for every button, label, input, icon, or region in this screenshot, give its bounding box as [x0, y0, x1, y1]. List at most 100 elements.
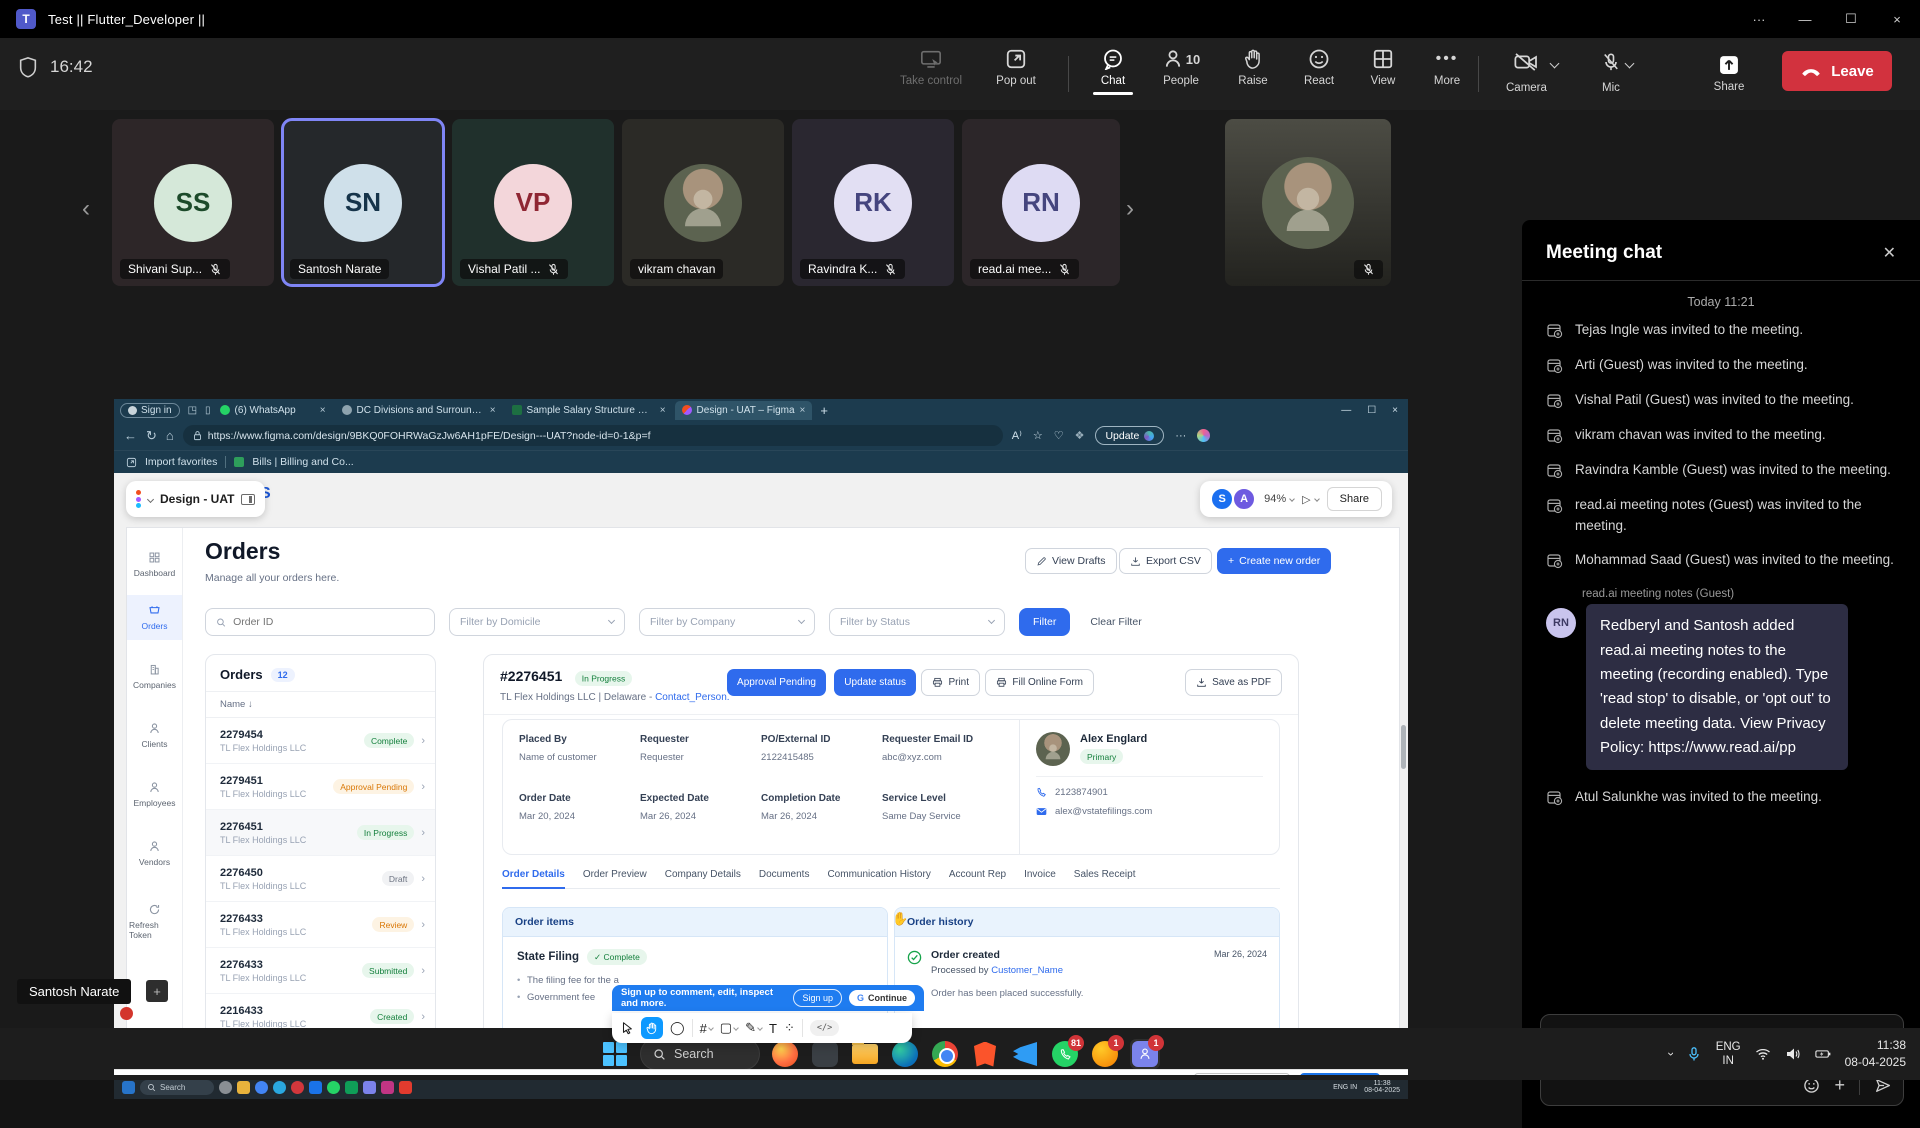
browser-minimize-icon[interactable]: — [1341, 405, 1351, 416]
strip-scroll-left-icon[interactable]: ‹ [82, 195, 90, 223]
start-button[interactable] [600, 1039, 630, 1069]
order-row[interactable]: 2279454 TL Flex Holdings LLC Complete › [206, 718, 435, 764]
video-tile-active-speaker[interactable]: SN Santosh Narate [282, 119, 444, 286]
google-continue-button[interactable]: G Continue [849, 990, 915, 1006]
browser-profile-button[interactable]: Sign in [120, 403, 180, 418]
sidebar-item-employees[interactable]: Employees [127, 772, 182, 817]
chrome-beta-icon[interactable]: 1 [1090, 1039, 1120, 1069]
edge-icon[interactable] [890, 1039, 920, 1069]
sidebar-item-orders[interactable]: Orders [127, 595, 182, 640]
sidebar-item-clients[interactable]: Clients [127, 713, 182, 758]
react-button[interactable]: React [1288, 48, 1350, 87]
video-tile[interactable]: SS Shivani Sup... [112, 119, 274, 286]
filter-company-select[interactable]: Filter by Company [639, 608, 815, 636]
news-widget-icon[interactable] [120, 1007, 133, 1020]
refresh-icon[interactable]: ↻ [146, 428, 157, 444]
tray-mic-icon[interactable] [1686, 1046, 1702, 1062]
order-row[interactable]: 2276450 TL Flex Holdings LLC Draft › [206, 856, 435, 902]
window-more-button[interactable]: ··· [1736, 0, 1782, 38]
tab-sales-receipt[interactable]: Sales Receipt [1074, 869, 1136, 880]
text-tool-icon[interactable]: T [769, 1021, 777, 1036]
create-new-order-button[interactable]: + Create new order [1217, 548, 1331, 574]
order-row[interactable]: 2279451 TL Flex Holdings LLC Approval Pe… [206, 764, 435, 810]
tab-close-icon[interactable]: × [490, 405, 496, 416]
presenter-app-icon[interactable] [255, 1081, 268, 1094]
favorite-star-icon[interactable]: ☆ [1033, 429, 1043, 442]
presenter-app-icon[interactable] [219, 1081, 232, 1094]
order-id-input[interactable] [233, 616, 424, 628]
tab-close-icon[interactable]: × [320, 405, 326, 416]
mic-chevron-icon[interactable] [1625, 59, 1635, 69]
battery-icon[interactable] [1815, 1046, 1831, 1062]
strip-scroll-right-icon[interactable]: › [1126, 195, 1134, 223]
tab-order-details[interactable]: Order Details [502, 869, 565, 880]
back-icon[interactable]: ← [124, 428, 137, 443]
window-maximize-button[interactable]: ☐ [1828, 0, 1874, 38]
video-tile[interactable]: RK Ravindra K... [792, 119, 954, 286]
view-drafts-button[interactable]: View Drafts [1025, 548, 1117, 574]
save-as-pdf-button[interactable]: Save as PDF [1185, 669, 1282, 696]
presenter-pin-button[interactable]: + [146, 980, 168, 1002]
camera-chevron-icon[interactable] [1549, 59, 1559, 69]
bookmark-bills-link[interactable]: Bills | Billing and Co... [252, 456, 353, 468]
presenter-app-icon[interactable] [381, 1081, 394, 1094]
browser-tab-figma-active[interactable]: Design - UAT – Figma× [675, 401, 813, 420]
video-tile[interactable] [1225, 119, 1391, 286]
move-tool-icon[interactable] [620, 1021, 634, 1035]
approval-pending-button[interactable]: Approval Pending [727, 669, 826, 696]
comment-tool-icon[interactable]: ◯ [670, 1020, 685, 1036]
chat-tab-button[interactable]: Chat [1082, 48, 1144, 87]
layout-panels-icon[interactable] [241, 494, 255, 505]
browser-maximize-icon[interactable]: ☐ [1367, 405, 1376, 416]
sidebar-item-vendors[interactable]: Vendors [127, 831, 182, 876]
wifi-icon[interactable] [1755, 1046, 1771, 1062]
camera-control[interactable]: Camera [1506, 52, 1558, 94]
sidebar-item-dashboard[interactable]: Dashboard [127, 542, 182, 587]
sidebar-item-companies[interactable]: Companies [127, 654, 182, 699]
presenter-app-icon[interactable] [273, 1081, 286, 1094]
clear-filter-button[interactable]: Clear Filter [1084, 616, 1147, 628]
firefox-icon[interactable] [770, 1039, 800, 1069]
presenter-app-icon[interactable] [291, 1081, 304, 1094]
tab-company-details[interactable]: Company Details [665, 869, 741, 880]
read-aloud-icon[interactable]: A⁾ [1012, 429, 1022, 442]
presenter-app-icon[interactable] [399, 1081, 412, 1094]
extensions-icon[interactable]: ❖ [1075, 429, 1085, 442]
language-indicator[interactable]: ENGIN [1716, 1040, 1741, 1069]
leave-button[interactable]: Leave [1782, 51, 1892, 91]
brave-icon[interactable] [970, 1039, 1000, 1069]
tab-communication-history[interactable]: Communication History [827, 869, 930, 880]
tab-close-icon[interactable]: × [800, 405, 806, 416]
tab-actions-icon[interactable]: ▯ [205, 405, 211, 416]
customer-name-link[interactable]: Customer_Name [991, 965, 1063, 976]
window-minimize-button[interactable]: — [1782, 0, 1828, 38]
update-browser-button[interactable]: Update [1095, 426, 1164, 445]
presenter-app-icon[interactable] [345, 1081, 358, 1094]
hand-tool-icon-selected[interactable] [641, 1017, 663, 1039]
name-column-header[interactable]: Name ↓ [206, 692, 435, 718]
page-scrollbar-thumb[interactable] [1401, 725, 1406, 769]
order-row[interactable]: 2276433 TL Flex Holdings LLC Review › [206, 902, 435, 948]
new-tab-button[interactable]: + [820, 403, 828, 418]
more-button[interactable]: ••• More [1416, 48, 1478, 87]
address-bar[interactable]: https://www.figma.com/design/9BKQ0FOHRWa… [183, 425, 1003, 446]
people-button[interactable]: 10 People [1150, 48, 1212, 87]
pop-out-button[interactable]: Pop out [985, 48, 1047, 87]
tab-documents[interactable]: Documents [759, 869, 810, 880]
file-explorer-icon[interactable] [850, 1039, 880, 1069]
print-button[interactable]: Print [921, 669, 980, 696]
filter-button[interactable]: Filter [1019, 608, 1070, 636]
video-tile[interactable]: VP Vishal Patil ... [452, 119, 614, 286]
collections-icon[interactable]: ♡ [1054, 429, 1064, 442]
tab-order-preview[interactable]: Order Preview [583, 869, 647, 880]
presenter-app-icon[interactable] [309, 1081, 322, 1094]
fill-online-form-button[interactable]: Fill Online Form [985, 669, 1094, 696]
rep-email-row[interactable]: alex@vstatefilings.com [1036, 806, 1263, 817]
browser-close-icon[interactable]: × [1392, 405, 1398, 416]
browser-tab-whatsapp[interactable]: (6) WhatsApp× [213, 401, 333, 420]
pen-tool-icon[interactable]: ✎ [745, 1020, 762, 1036]
dev-mode-toggle[interactable]: </> [810, 1020, 839, 1036]
contact-person-link[interactable]: Contact_Person. [655, 692, 730, 703]
file-menu-chevron-icon[interactable] [147, 495, 154, 502]
zoom-level-control[interactable]: 94% [1264, 493, 1294, 505]
